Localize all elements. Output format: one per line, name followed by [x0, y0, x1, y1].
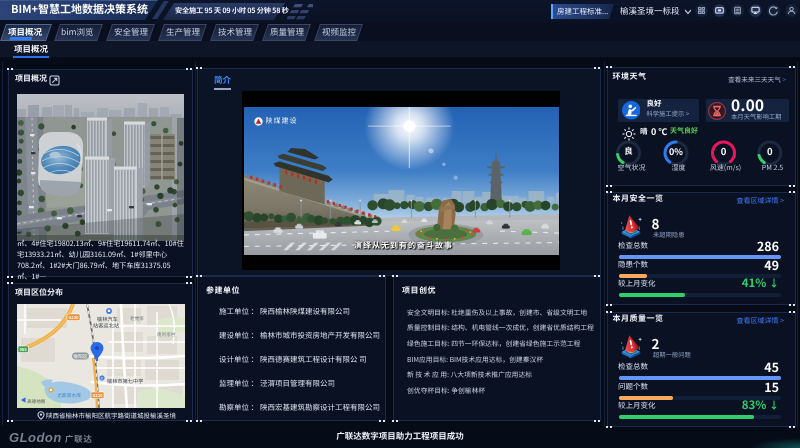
svg-text:榆阳区: 榆阳区 [73, 353, 88, 360]
svg-text:065: 065 [20, 347, 28, 353]
svg-text:南刘家村: 南刘家村 [157, 332, 176, 338]
svg-text:站客运北站: 站客运北站 [93, 323, 119, 330]
svg-text:G230: G230 [69, 315, 80, 321]
svg-text:榆林市第七中学: 榆林市第七中学 [107, 378, 143, 385]
svg-text:高德地图: 高德地图 [27, 399, 46, 405]
svg-text:文: 文 [100, 376, 104, 381]
svg-text:尤家峁水库: 尤家峁水库 [57, 392, 81, 399]
svg-text:老党家: 老党家 [130, 316, 144, 322]
svg-text:G230: G230 [93, 393, 104, 399]
